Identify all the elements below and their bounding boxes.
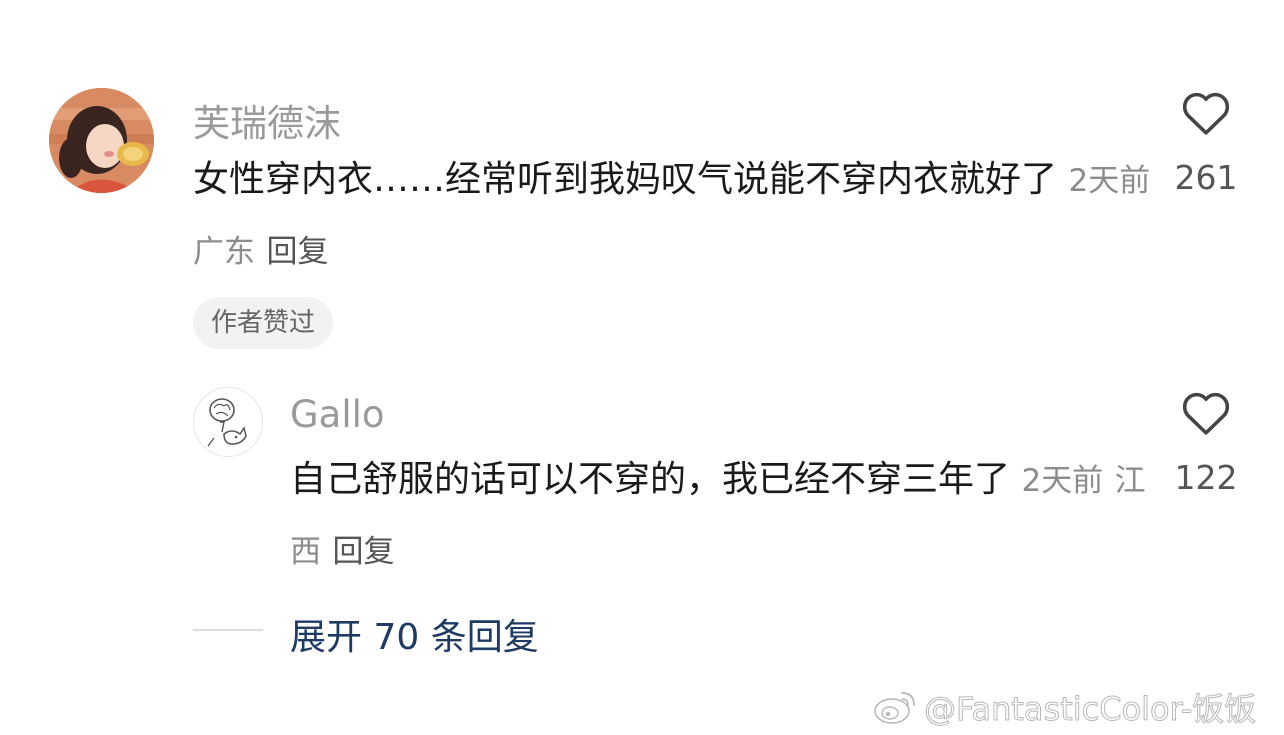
comment-text: 女性穿内衣……经常听到我妈叹气说能不穿内衣就好了 — [193, 159, 1058, 200]
heart-icon — [1182, 392, 1230, 435]
reply-like-button[interactable]: 122 — [1171, 390, 1241, 497]
comment-like-count: 261 — [1174, 158, 1238, 197]
comment-username[interactable]: 芙瑞德沫 — [193, 93, 341, 147]
watermark-text: @FantasticColor-饭饭 — [923, 690, 1257, 729]
reply-avatar[interactable] — [193, 387, 263, 457]
expand-replies-button[interactable]: 展开 70 条回复 — [290, 608, 539, 660]
avatar-girl-illustration-icon — [49, 88, 154, 193]
reply-like-count: 122 — [1174, 458, 1238, 497]
comment-reply-button[interactable]: 回复 — [266, 234, 328, 270]
comment-body[interactable]: 女性穿内衣……经常听到我妈叹气说能不穿内衣就好了 2天前 广东 回复 — [193, 145, 1153, 287]
comment-like-button[interactable]: 261 — [1171, 90, 1241, 197]
watermark: @FantasticColor-饭饭 — [872, 684, 1257, 730]
weibo-logo-icon — [874, 692, 915, 724]
comment-time: 2天前 — [1068, 163, 1151, 199]
reply-reply-button[interactable]: 回复 — [332, 534, 394, 570]
avatar[interactable] — [49, 88, 154, 193]
heart-icon — [1182, 92, 1230, 135]
author-liked-badge: 作者赞过 — [193, 297, 334, 349]
expand-divider — [193, 629, 263, 631]
reply-time: 2天前 — [1021, 463, 1104, 499]
reply-body[interactable]: 自己舒服的话可以不穿的，我已经不穿三年了 2天前 江西 回复 — [290, 445, 1150, 587]
reply-text: 自己舒服的话可以不穿的，我已经不穿三年了 — [290, 459, 1011, 500]
avatar-doodle-sketch-icon — [207, 398, 247, 447]
comment-location: 广东 — [193, 234, 255, 270]
comment-thread: 芙瑞德沫 女性穿内衣……经常听到我妈叹气说能不穿内衣就好了 2天前 广东 回复 … — [0, 0, 1284, 735]
reply-username[interactable]: Gallo — [290, 393, 385, 436]
